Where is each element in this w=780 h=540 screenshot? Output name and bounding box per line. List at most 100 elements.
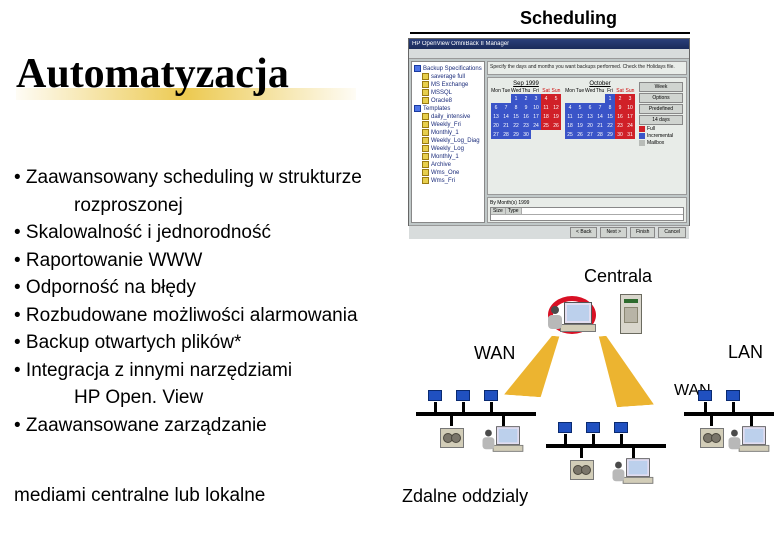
- app-screenshot: HP OpenView OmniBack II Manager Backup S…: [408, 38, 690, 226]
- calendar-day: 4: [541, 94, 551, 103]
- net-drop-icon: [592, 434, 595, 444]
- pc-row-icon: [428, 390, 498, 401]
- week-button: Week: [639, 82, 683, 92]
- calendar-day: 8: [605, 103, 615, 112]
- calendar-day: 15: [511, 112, 521, 121]
- calendar-day: 28: [595, 130, 605, 139]
- calendar-day: 10: [531, 103, 541, 112]
- calendar-day: 4: [565, 103, 575, 112]
- tree-item-label: daily_intensive: [431, 114, 470, 120]
- calendar-day: 28: [501, 130, 511, 139]
- net-drop-icon: [580, 444, 583, 458]
- tree-item: Wms_Fri: [414, 177, 482, 184]
- label-zdalne-oddzialy: Zdalne oddzialy: [402, 486, 528, 507]
- tree-item-label: Monthly_1: [431, 154, 459, 160]
- tree-item: Weekly_Fri: [414, 121, 482, 128]
- server-icon: [620, 294, 642, 334]
- net-drop-icon: [750, 412, 753, 426]
- slide-title: Automatyzacja: [16, 50, 289, 98]
- folder-icon: [422, 73, 429, 80]
- calendar-day: 31: [625, 130, 635, 139]
- bullet: • Rozbudowane możliwości alarmowania: [14, 302, 424, 330]
- calendar-day: 10: [625, 103, 635, 112]
- tree-item-label: Archive: [431, 162, 451, 168]
- finish-button: Finish: [630, 227, 655, 238]
- app-tree: Backup Specificationssaverage fullMS Exc…: [411, 61, 485, 223]
- calendar-day: [541, 130, 551, 139]
- options-button: Options: [639, 93, 683, 103]
- app-titlebar: HP OpenView OmniBack II Manager: [409, 39, 689, 49]
- calendar-side-controls: Week Options Predefined 14 days Full Inc…: [639, 81, 683, 191]
- workstation-icon: [739, 426, 770, 452]
- tree-item-label: MS Exchange: [431, 82, 468, 88]
- pc-row-icon: [698, 390, 740, 401]
- net-drop-icon: [434, 402, 437, 412]
- tree-item: Weekly_Log: [414, 145, 482, 152]
- calendar-day: 9: [615, 103, 625, 112]
- calendar-day: 2: [615, 94, 625, 103]
- calendar-day: 3: [625, 94, 635, 103]
- calendar-day: 20: [585, 121, 595, 130]
- calendar-day: 26: [575, 130, 585, 139]
- calendar-day: 22: [511, 121, 521, 130]
- calendar-day: 22: [605, 121, 615, 130]
- calendar-day: 13: [491, 112, 501, 121]
- net-drop-icon: [564, 434, 567, 444]
- calendar-panel: Sep 1999 MonTueWedThuFriSatSun 123456789…: [487, 77, 687, 195]
- calendar-day: 19: [575, 121, 585, 130]
- tree-item-label: Wms_Fri: [431, 178, 455, 184]
- calendar-day: 27: [585, 130, 595, 139]
- tree-item-label: Weekly_Log_Diag: [431, 138, 480, 144]
- folder-icon: [422, 121, 429, 128]
- folder-icon: [414, 105, 421, 112]
- calendar-day: 17: [625, 112, 635, 121]
- calendar-day: 16: [615, 112, 625, 121]
- tree-item: MS Exchange: [414, 81, 482, 88]
- list-header-size: Size: [491, 208, 506, 214]
- calendar-day: [575, 94, 585, 103]
- calendar-day: [551, 130, 561, 139]
- next-button: Next >: [600, 227, 627, 238]
- days14-button: 14 days: [639, 115, 683, 125]
- calendar-day: 21: [501, 121, 511, 130]
- calendar-day: [585, 94, 595, 103]
- tree-item: Monthly_1: [414, 153, 482, 160]
- calendar-day: 24: [625, 121, 635, 130]
- net-drop-icon: [620, 434, 623, 444]
- calendar-day: 5: [575, 103, 585, 112]
- net-drop-icon: [732, 402, 735, 412]
- label-lan: LAN: [728, 342, 763, 363]
- calendar-day: 3: [531, 94, 541, 103]
- calendar-day: 16: [521, 112, 531, 121]
- pc-row-icon: [558, 422, 628, 433]
- calendar-day: 18: [541, 112, 551, 121]
- calendar-day: 12: [575, 112, 585, 121]
- bottom-line-text: mediami centralne lub lokalne: [14, 485, 265, 507]
- folder-icon: [422, 153, 429, 160]
- net-drop-icon: [710, 412, 713, 426]
- tree-item-label: Weekly_Log: [431, 146, 464, 152]
- calendar-day: 18: [565, 121, 575, 130]
- calendar-day: 25: [541, 121, 551, 130]
- bullet: • Zaawansowany scheduling w strukturze: [14, 164, 424, 192]
- calendar-day: 26: [551, 121, 561, 130]
- tree-item: Archive: [414, 161, 482, 168]
- tape-drive-icon: [440, 428, 464, 448]
- tree-item: Monthly_1: [414, 129, 482, 136]
- calendar-day: 7: [501, 103, 511, 112]
- bullet: • Zaawansowane zarządzanie: [14, 412, 424, 440]
- net-drop-icon: [502, 412, 505, 426]
- net-drop-icon: [462, 402, 465, 412]
- bullet: • Backup otwartych plików*: [14, 329, 424, 357]
- calendar-day: 24: [531, 121, 541, 130]
- bullet: • Integracja z innymi narzędziami: [14, 357, 424, 385]
- label-centrala: Centrala: [584, 266, 652, 287]
- app-footer: < Back Next > Finish Cancel: [409, 225, 689, 239]
- tree-item-label: Oracle8: [431, 98, 452, 104]
- folder-icon: [422, 113, 429, 120]
- tree-item: MSSQL: [414, 89, 482, 96]
- calendar-day: 27: [491, 130, 501, 139]
- workstation-icon: [493, 426, 524, 452]
- tree-item: Templates: [414, 105, 482, 112]
- tree-item: daily_intensive: [414, 113, 482, 120]
